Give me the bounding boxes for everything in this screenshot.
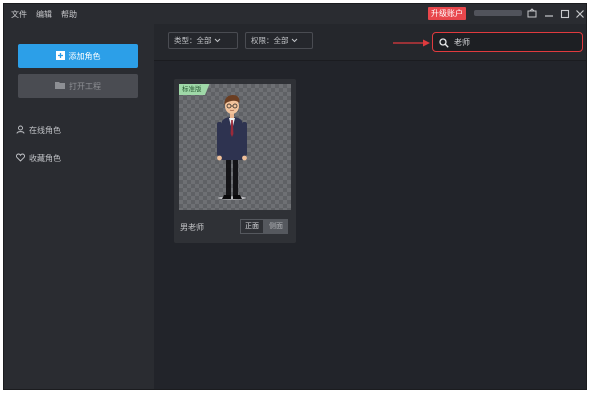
add-character-label: 添加角色 <box>68 51 101 61</box>
view-toggle: 正面 侧面 <box>240 219 288 234</box>
character-thumbnail[interactable]: 标准版 <box>179 84 291 210</box>
search-box[interactable] <box>432 32 583 52</box>
search-input[interactable] <box>454 37 564 47</box>
open-project-button[interactable]: 打开工程 <box>18 74 138 98</box>
menu-edit[interactable]: 编辑 <box>36 9 52 20</box>
close-icon[interactable] <box>573 7 586 21</box>
sidebar-item-favorites-label: 收藏角色 <box>29 154 61 163</box>
chevron-down-icon <box>214 36 221 45</box>
character-name: 男老师 <box>180 223 204 232</box>
plus-icon <box>55 50 65 62</box>
character-card[interactable]: 标准版 男老师 正面 侧面 <box>174 79 296 243</box>
search-icon <box>439 33 449 52</box>
upgrade-account-button[interactable]: 升级账户 <box>428 7 466 20</box>
permission-filter-dropdown[interactable]: 权限：全部 <box>245 32 313 49</box>
skin-icon[interactable] <box>525 7 539 21</box>
chevron-down-icon <box>291 36 298 45</box>
maximize-icon[interactable] <box>558 7 572 21</box>
permission-filter-value: 权限：全部 <box>251 36 289 45</box>
title-bar: 文件 编辑 帮助 升级账户 <box>4 4 586 24</box>
menu-file[interactable]: 文件 <box>11 9 27 20</box>
sidebar-item-online-label: 在线角色 <box>29 126 61 135</box>
heart-icon <box>16 153 25 164</box>
add-character-button[interactable]: 添加角色 <box>18 44 138 68</box>
side-view-button[interactable]: 侧面 <box>264 219 288 234</box>
menu-help[interactable]: 帮助 <box>61 9 77 20</box>
open-project-label: 打开工程 <box>69 81 101 91</box>
sidebar: 添加角色 打开工程 在线角色 收藏角色 <box>4 24 154 389</box>
folder-icon <box>55 81 65 91</box>
male-teacher-figure <box>217 95 247 200</box>
main-content: 类型：全部 权限：全部 标准版 <box>154 24 586 389</box>
app-window: 文件 编辑 帮助 升级账户 添加角色 打开工程 在线角色 收藏角色 类型：全部 … <box>3 3 587 390</box>
sidebar-item-favorites[interactable]: 收藏角色 <box>16 153 61 164</box>
type-filter-dropdown[interactable]: 类型：全部 <box>168 32 238 49</box>
sidebar-item-online[interactable]: 在线角色 <box>16 125 61 136</box>
type-filter-value: 类型：全部 <box>174 36 212 45</box>
minimize-icon[interactable] <box>542 7 556 21</box>
front-view-button[interactable]: 正面 <box>240 219 264 234</box>
annotation-arrow-icon <box>393 39 430 47</box>
account-name-blurred <box>474 10 522 16</box>
user-icon <box>16 125 25 136</box>
filter-toolbar: 类型：全部 权限：全部 <box>154 24 586 61</box>
